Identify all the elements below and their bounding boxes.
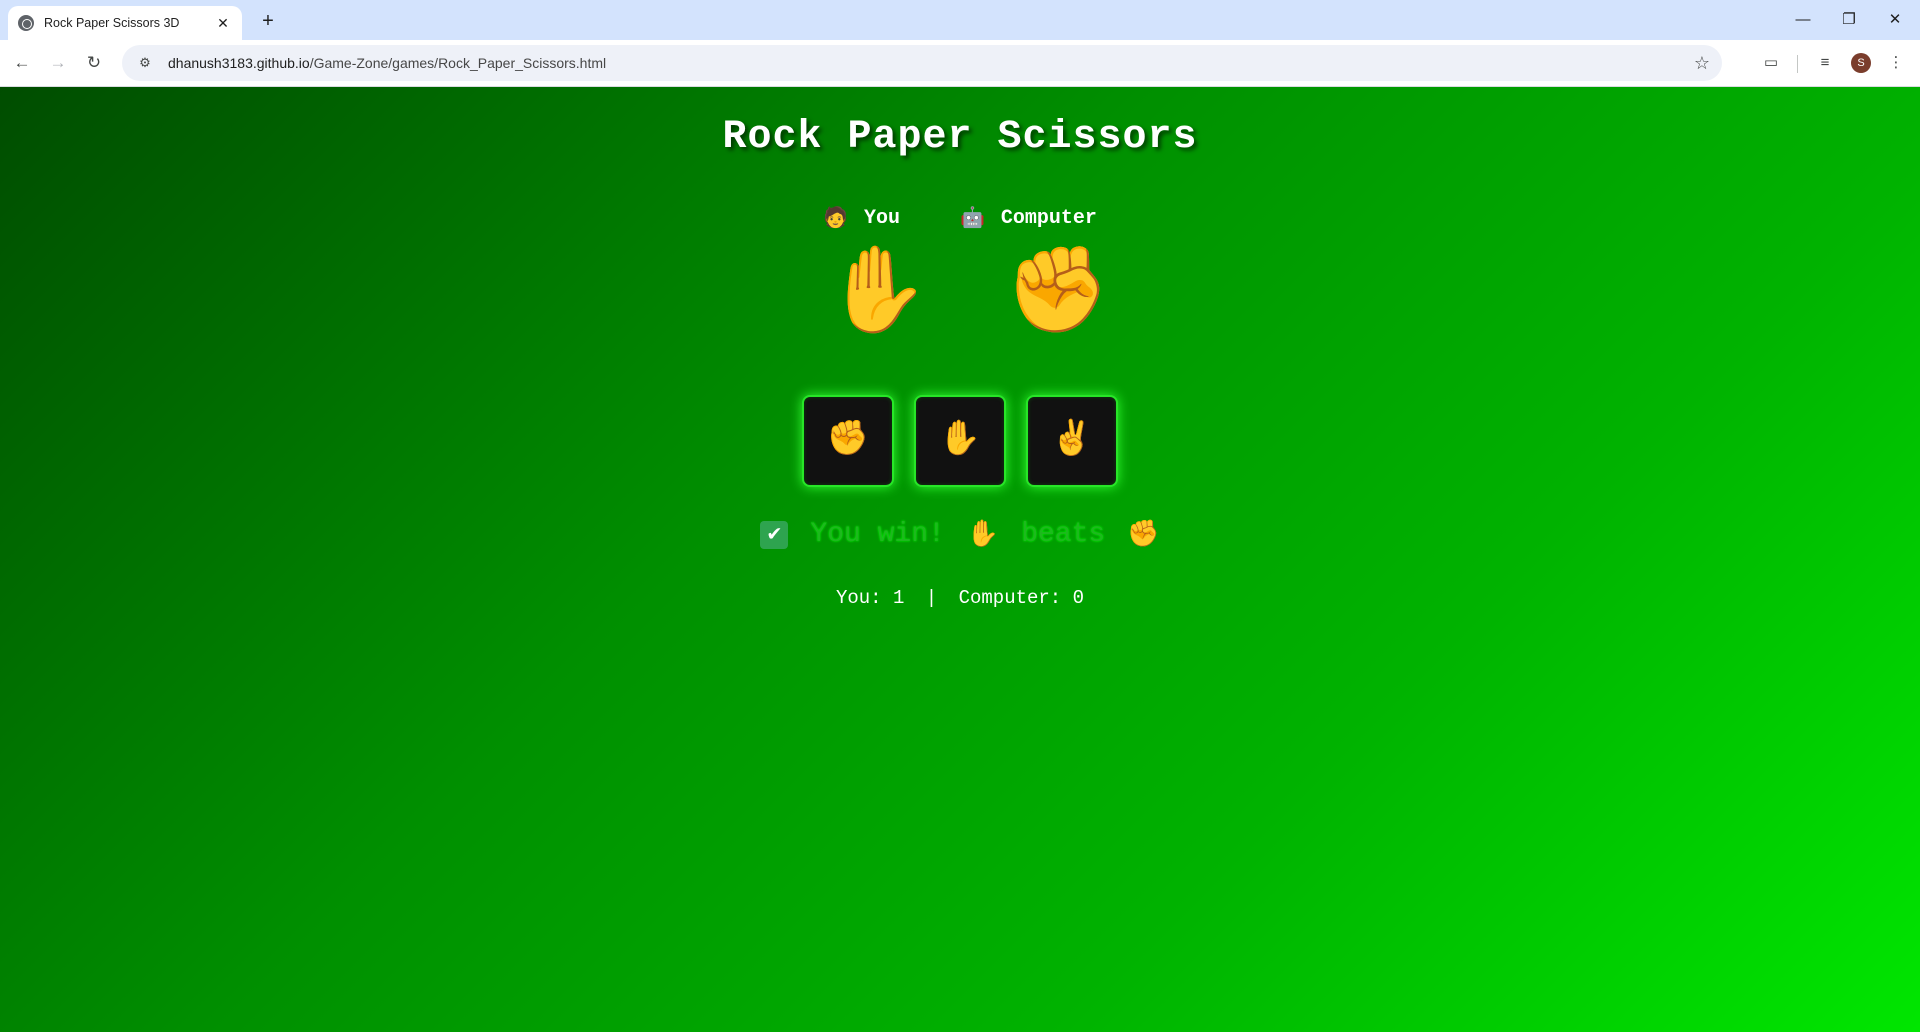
loser-hand-icon: ✊ (1127, 520, 1160, 550)
rock-button[interactable]: ✊ (802, 395, 894, 487)
player-label-text: You (863, 206, 900, 230)
computer-hand-icon: ✊ (1005, 249, 1110, 344)
player-labels: 🧑 You 🤖 Computer (0, 205, 1920, 232)
close-window-icon[interactable]: ✕ (1872, 0, 1918, 40)
computer-score: 0 (1072, 587, 1085, 609)
winner-hand-icon: ✋ (966, 520, 1000, 550)
check-icon: ✔ (760, 520, 789, 549)
address-bar[interactable]: ⚙ dhanush3183.github.io/Game-Zone/games/… (122, 45, 1722, 81)
more-menu-icon[interactable]: ⋮ (1884, 51, 1908, 75)
tab-strip: Rock Paper Scissors 3D ✕ + — ❐ ✕ (0, 0, 1920, 40)
url-host: dhanush3183.github.io (168, 55, 310, 71)
toolbar-divider (1797, 55, 1798, 73)
browser-toolbar: ← → ↻ ⚙ dhanush3183.github.io/Game-Zone/… (0, 40, 1920, 87)
back-icon[interactable]: ← (8, 49, 36, 77)
paper-button[interactable]: ✋ (914, 395, 1006, 487)
minimize-icon[interactable]: — (1780, 0, 1826, 40)
globe-icon (18, 15, 34, 31)
screen-search-icon[interactable]: ▭ (1759, 51, 1783, 75)
player-score-label: You: (835, 587, 882, 609)
computer-score-label: Computer: (958, 587, 1062, 609)
tab-close-icon[interactable]: ✕ (214, 15, 232, 32)
hands-display: ✋ ✊ (0, 247, 1920, 347)
site-info-icon[interactable]: ⚙ (136, 54, 154, 72)
scissors-button[interactable]: ✌️ (1026, 395, 1118, 487)
forward-icon[interactable]: → (44, 49, 72, 77)
bookmark-star-icon[interactable]: ☆ (1694, 53, 1710, 74)
robot-icon: 🤖 (960, 208, 985, 231)
person-icon: 🧑 (823, 208, 848, 231)
media-control-icon[interactable]: ≡ (1813, 51, 1837, 75)
result-text: You win! (810, 519, 945, 550)
score-separator: | (925, 587, 938, 609)
player-hand-icon: ✋ (825, 249, 930, 344)
page-title: Rock Paper Scissors (722, 115, 1198, 160)
choice-buttons: ✊ ✋ ✌️ (0, 395, 1920, 487)
reload-icon[interactable]: ↻ (80, 49, 108, 77)
scoreboard: You: 1 | Computer: 0 (0, 587, 1920, 609)
url-path: /Game-Zone/games/Rock_Paper_Scissors.htm… (309, 55, 607, 71)
profile-avatar[interactable]: S (1851, 53, 1871, 73)
beats-text: beats (1021, 519, 1106, 550)
player-label: 🧑 You (823, 205, 900, 232)
result-message: ✔ You win! ✋ beats ✊ (0, 519, 1920, 550)
game-page: Rock Paper Scissors 🧑 You 🤖 Computer ✋ ✊… (0, 87, 1920, 1032)
restore-icon[interactable]: ❐ (1826, 0, 1872, 40)
tab-active[interactable]: Rock Paper Scissors 3D ✕ (8, 6, 242, 40)
player-score: 1 (892, 587, 905, 609)
new-tab-button[interactable]: + (254, 8, 282, 36)
computer-label: 🤖 Computer (960, 205, 1097, 232)
tab-title: Rock Paper Scissors 3D (44, 16, 180, 30)
computer-label-text: Computer (1000, 206, 1097, 230)
